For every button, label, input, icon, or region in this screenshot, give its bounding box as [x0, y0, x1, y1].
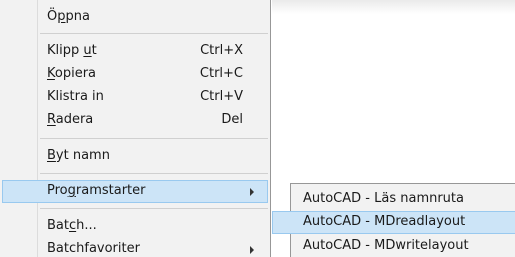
menu-item-label: Batch... — [47, 218, 97, 233]
menu-item-oppna[interactable]: Öppna — [2, 6, 268, 29]
menu-item-label: Kopiera — [47, 66, 97, 81]
menu-item-klipp-ut[interactable]: Klipp ut Ctrl+X — [2, 40, 268, 63]
menu-item-programstarter[interactable]: Programstarter — [2, 180, 268, 203]
context-menu: Öppna Klipp ut Ctrl+X Kopiera Ctrl+C Kli… — [0, 0, 271, 257]
menu-item-shortcut: Del — [221, 112, 243, 127]
menu-item-label: Klipp ut — [47, 43, 97, 58]
menu-item-label: Klistra in — [47, 89, 104, 104]
screen: Öppna Klipp ut Ctrl+X Kopiera Ctrl+C Kli… — [0, 0, 515, 257]
menu-item-shortcut: Ctrl+X — [200, 43, 243, 58]
menu-item-shortcut: Ctrl+V — [200, 89, 243, 104]
submenu-item-autocad-las-namnruta[interactable]: AutoCAD - Läs namnruta — [291, 188, 515, 211]
submenu-item-label: AutoCAD - Läs namnruta — [303, 191, 464, 206]
menu-item-label: Radera — [47, 112, 94, 127]
submenu-item-autocad-mdwritelayout[interactable]: AutoCAD - MDwritelayout — [291, 235, 515, 257]
menu-item-batch[interactable]: Batch... — [2, 215, 268, 238]
menu-item-shortcut: Ctrl+C — [199, 66, 243, 81]
menu-item-kopiera[interactable]: Kopiera Ctrl+C — [2, 63, 268, 86]
submenu-item-label: AutoCAD - MDwritelayout — [303, 238, 469, 253]
menu-separator — [40, 208, 268, 209]
submenu-arrow-icon — [250, 188, 254, 196]
submenu-item-autocad-mdreadlayout[interactable]: AutoCAD - MDreadlayout — [272, 211, 515, 234]
menu-item-batchfavoriter[interactable]: Batchfavoriter — [2, 238, 268, 257]
background-fade — [272, 0, 515, 14]
menu-separator — [40, 33, 268, 34]
submenu-item-label: AutoCAD - MDreadlayout — [303, 214, 466, 229]
menu-item-label: Öppna — [47, 9, 90, 24]
menu-separator — [40, 138, 268, 139]
menu-item-label: Batchfavoriter — [47, 241, 140, 256]
programstarter-submenu: AutoCAD - Läs namnruta AutoCAD - MDreadl… — [272, 183, 515, 257]
menu-separator — [40, 173, 268, 174]
menu-item-label: Programstarter — [47, 183, 146, 198]
menu-item-label: Byt namn — [47, 148, 110, 163]
submenu-arrow-icon — [250, 246, 254, 254]
menu-item-radera[interactable]: Radera Del — [2, 109, 268, 132]
menu-item-byt-namn[interactable]: Byt namn — [2, 145, 268, 168]
menu-item-klistra-in[interactable]: Klistra in Ctrl+V — [2, 86, 268, 109]
